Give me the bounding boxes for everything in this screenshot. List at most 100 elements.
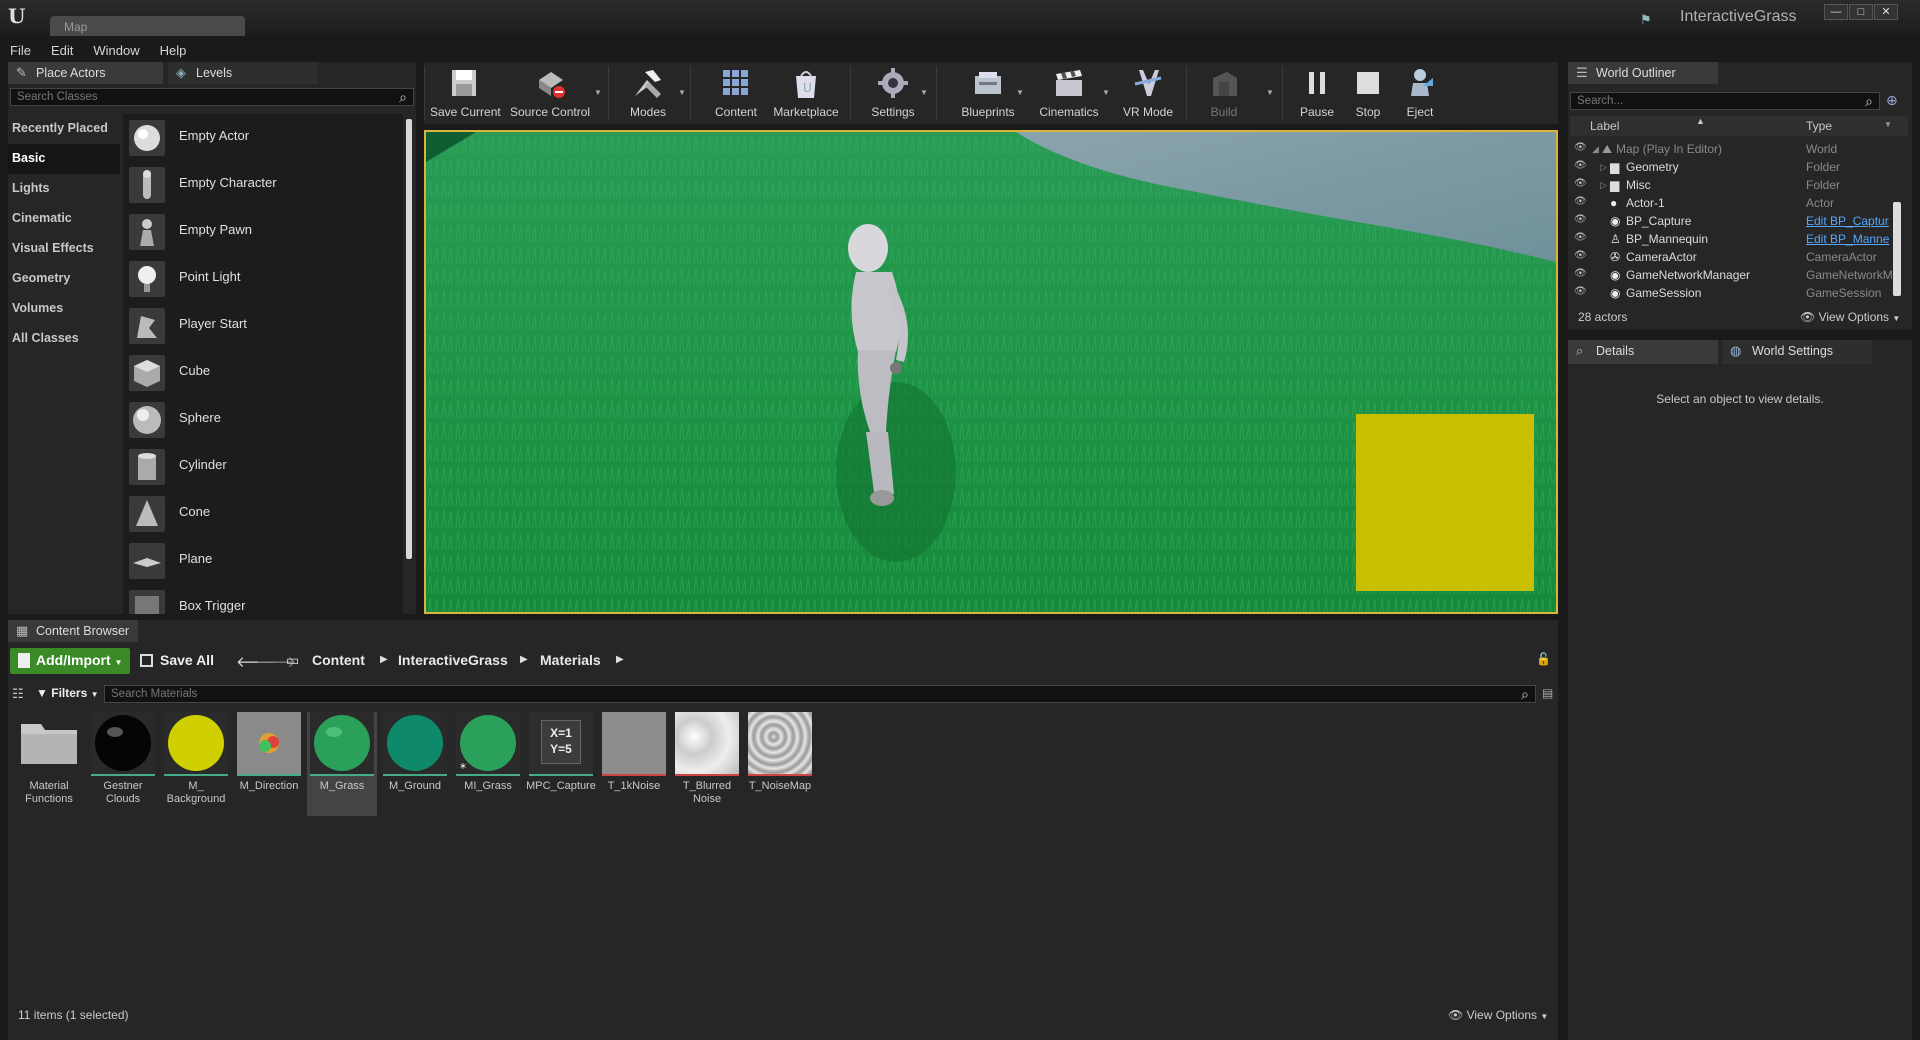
visibility-eye-icon[interactable]: 👁 bbox=[1574, 232, 1588, 243]
expand-arrow-icon[interactable]: ◢ bbox=[1592, 144, 1599, 155]
add-folder-icon[interactable]: ⊕ bbox=[1886, 92, 1906, 110]
tab-details[interactable]: ⌕ Details bbox=[1568, 340, 1718, 364]
category-volumes[interactable]: Volumes bbox=[8, 294, 120, 324]
asset-mi-grass[interactable]: * MI_Grass bbox=[453, 712, 523, 816]
actor-item-cylinder[interactable]: Cylinder bbox=[123, 443, 403, 490]
stop-button[interactable]: Stop bbox=[1344, 62, 1392, 124]
blueprints-button[interactable]: Blueprints bbox=[952, 62, 1024, 124]
asset-t-noisemap[interactable]: T_NoiseMap bbox=[745, 712, 815, 816]
outliner-row[interactable]: 👁 ✇ CameraActor CameraActor bbox=[1572, 248, 1898, 266]
close-button[interactable]: ✕ bbox=[1874, 4, 1898, 20]
visibility-eye-icon[interactable]: 👁 bbox=[1574, 160, 1588, 171]
outliner-row[interactable]: 👁 ◢ ⛰ Map (Play In Editor) World bbox=[1572, 140, 1898, 158]
actor-item-empty-character[interactable]: Empty Character bbox=[123, 161, 403, 208]
eject-button[interactable]: Eject bbox=[1394, 62, 1446, 124]
visibility-eye-icon[interactable]: 👁 bbox=[1574, 250, 1588, 261]
build-button[interactable]: Build bbox=[1196, 62, 1252, 124]
actor-item-point-light[interactable]: Point Light bbox=[123, 255, 403, 302]
actor-item-sphere[interactable]: Sphere bbox=[123, 396, 403, 443]
actor-item-empty-actor[interactable]: Empty Actor bbox=[123, 114, 403, 161]
asset-mpc-capture[interactable]: X=1 Y=5 MPC_Capture bbox=[526, 712, 596, 816]
actor-item-box-trigger[interactable]: Box Trigger bbox=[123, 584, 403, 614]
asset-gestner-clouds[interactable]: Gestner Clouds bbox=[88, 712, 158, 816]
content-button[interactable]: Content bbox=[708, 62, 764, 124]
asset-m-background[interactable]: M_ Background bbox=[161, 712, 231, 816]
save-all-button[interactable]: Save All bbox=[140, 652, 214, 668]
outliner-row[interactable]: 👁 ● Actor-1 Actor bbox=[1572, 194, 1898, 212]
menu-file[interactable]: File bbox=[0, 42, 41, 59]
modes-dropdown-icon[interactable]: ▼ bbox=[678, 88, 686, 97]
outliner-row[interactable]: 👁 ▷ ▆ Misc Folder bbox=[1572, 176, 1898, 194]
tab-content-browser[interactable]: ▦ Content Browser bbox=[8, 620, 138, 642]
column-label[interactable]: Label bbox=[1590, 119, 1619, 133]
category-visual-effects[interactable]: Visual Effects bbox=[8, 234, 120, 264]
actor-list-scrollbar[interactable] bbox=[406, 119, 412, 559]
cinematics-button[interactable]: Cinematics bbox=[1032, 62, 1106, 124]
build-dropdown-icon[interactable]: ▼ bbox=[1266, 88, 1274, 97]
column-type[interactable]: Type bbox=[1806, 119, 1832, 133]
save-search-icon[interactable]: ▤ bbox=[1542, 686, 1553, 700]
category-recently-placed[interactable]: Recently Placed bbox=[8, 114, 120, 144]
column-options-icon[interactable]: ▼ bbox=[1884, 120, 1892, 129]
outliner-view-options[interactable]: 👁 View Options ▼ bbox=[1800, 310, 1900, 324]
visibility-eye-icon[interactable]: 👁 bbox=[1574, 268, 1588, 279]
settings-dropdown-icon[interactable]: ▼ bbox=[920, 88, 928, 97]
edit-blueprint-link[interactable]: Edit BP_Manne bbox=[1806, 232, 1896, 246]
lock-icon[interactable]: 🔓 bbox=[1536, 652, 1551, 666]
pause-button[interactable]: Pause bbox=[1292, 62, 1342, 124]
asset-t-1knoise[interactable]: T_1kNoise bbox=[599, 712, 669, 816]
actor-item-player-start[interactable]: Player Start bbox=[123, 302, 403, 349]
breadcrumb-arrow-icon[interactable]: ▶ bbox=[616, 654, 624, 665]
edit-blueprint-link[interactable]: Edit BP_Captur bbox=[1806, 214, 1896, 228]
source-control-dropdown-icon[interactable]: ▼ bbox=[594, 88, 602, 97]
actor-item-empty-pawn[interactable]: Empty Pawn bbox=[123, 208, 403, 255]
level-tab[interactable]: Map bbox=[50, 16, 245, 36]
search-classes-input[interactable]: Search Classes ⌕ bbox=[10, 88, 414, 106]
sources-toggle-icon[interactable]: ☷ bbox=[12, 686, 24, 702]
settings-button[interactable]: Settings bbox=[860, 62, 926, 124]
menu-window[interactable]: Window bbox=[83, 42, 149, 59]
visibility-eye-icon[interactable]: 👁 bbox=[1574, 142, 1588, 153]
vr-mode-button[interactable]: VR Mode bbox=[1116, 62, 1180, 124]
category-geometry[interactable]: Geometry bbox=[8, 264, 120, 294]
marketplace-button[interactable]: U Marketplace bbox=[768, 62, 844, 124]
filters-button[interactable]: ▼ Filters ▼ bbox=[36, 686, 99, 700]
category-lights[interactable]: Lights bbox=[8, 174, 120, 204]
outliner-row[interactable]: 👁 ▷ ▆ Geometry Folder bbox=[1572, 158, 1898, 176]
source-control-button[interactable]: Source Control bbox=[510, 62, 590, 124]
tab-place-actors[interactable]: ✎ Place Actors bbox=[8, 62, 163, 84]
asset-m-grass-selected[interactable]: M_Grass bbox=[307, 712, 377, 816]
tab-levels[interactable]: ◈ Levels bbox=[168, 62, 318, 84]
outliner-row[interactable]: 👁 ♙ BP_Mannequin Edit BP_Manne bbox=[1572, 230, 1898, 248]
breadcrumb-materials[interactable]: Materials bbox=[540, 652, 601, 668]
search-materials-input[interactable]: Search Materials ⌕ bbox=[104, 685, 1536, 703]
category-basic[interactable]: Basic bbox=[8, 144, 120, 174]
expand-arrow-icon[interactable]: ▷ bbox=[1600, 180, 1607, 191]
breadcrumb-interactivegrass[interactable]: InteractiveGrass bbox=[398, 652, 508, 668]
visibility-eye-icon[interactable]: 👁 bbox=[1574, 196, 1588, 207]
asset-m-ground[interactable]: M_Ground bbox=[380, 712, 450, 816]
visibility-eye-icon[interactable]: 👁 bbox=[1574, 286, 1588, 297]
tab-world-settings[interactable]: ◍ World Settings bbox=[1722, 340, 1872, 364]
expand-arrow-icon[interactable]: ▷ bbox=[1600, 162, 1607, 173]
tab-world-outliner[interactable]: ☰ World Outliner bbox=[1568, 62, 1718, 84]
visibility-eye-icon[interactable]: 👁 bbox=[1574, 214, 1588, 225]
modes-button[interactable]: Modes bbox=[618, 62, 678, 124]
asset-t-blurred-noise[interactable]: T_Blurred Noise bbox=[672, 712, 742, 816]
maximize-button[interactable]: □ bbox=[1849, 4, 1873, 20]
category-cinematic[interactable]: Cinematic bbox=[8, 204, 120, 234]
blueprints-dropdown-icon[interactable]: ▼ bbox=[1016, 88, 1024, 97]
breadcrumb-arrow-icon[interactable]: ▶ bbox=[380, 654, 388, 665]
cinematics-dropdown-icon[interactable]: ▼ bbox=[1102, 88, 1110, 97]
content-browser-view-options[interactable]: 👁 View Options ▼ bbox=[1448, 1008, 1548, 1022]
menu-help[interactable]: Help bbox=[150, 42, 197, 59]
outliner-search-input[interactable]: Search... ⌕ bbox=[1570, 92, 1880, 110]
actor-item-plane[interactable]: Plane bbox=[123, 537, 403, 584]
outliner-row[interactable]: 👁 ◉ GameNetworkManager GameNetworkM bbox=[1572, 266, 1898, 284]
breadcrumb-arrow-icon[interactable]: ▶ bbox=[520, 654, 528, 665]
outliner-scrollbar[interactable] bbox=[1893, 202, 1901, 296]
breadcrumb-content[interactable]: Content bbox=[312, 652, 365, 668]
actor-item-cone[interactable]: Cone bbox=[123, 490, 403, 537]
minimize-button[interactable]: — bbox=[1824, 4, 1848, 20]
add-import-button[interactable]: Add/Import ▼ bbox=[10, 648, 130, 674]
